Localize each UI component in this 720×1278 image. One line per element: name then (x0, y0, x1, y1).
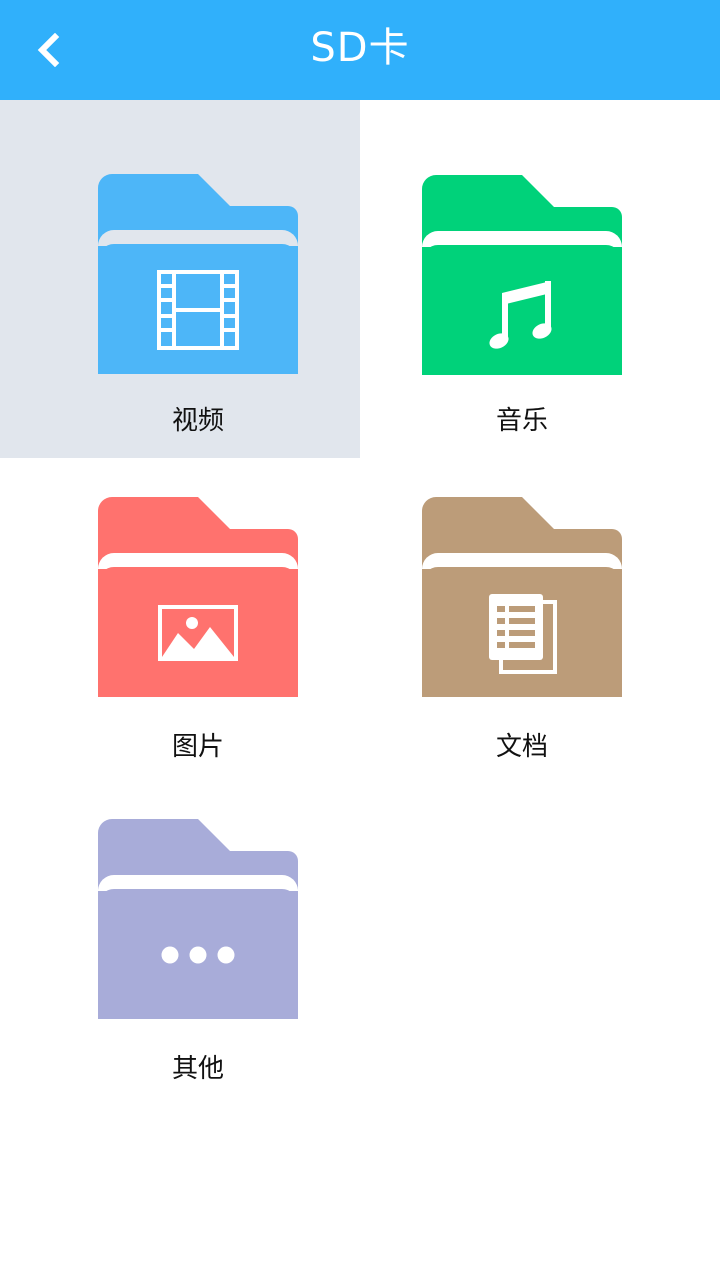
others-folder-icon (98, 819, 298, 1019)
sd-card-screen: SD卡 视频 音乐 图片 文档 其他 (0, 0, 720, 1278)
category-label-documents: 文档 (495, 732, 548, 762)
documents-folder-icon (422, 497, 622, 697)
music-note-icon (489, 281, 552, 349)
video-folder-icon (98, 174, 298, 374)
pictures-folder-icon (98, 497, 298, 697)
category-video[interactable]: 视频 (0, 100, 360, 458)
category-music[interactable]: 音乐 (360, 100, 720, 458)
document-icon (489, 594, 557, 674)
category-pictures[interactable]: 图片 (0, 458, 360, 786)
image-icon (158, 605, 238, 661)
page-title: SD卡 (310, 25, 410, 71)
music-folder-icon (422, 175, 622, 375)
film-icon (157, 270, 239, 350)
chevron-left-icon (37, 33, 59, 67)
category-documents[interactable]: 文档 (360, 458, 720, 786)
back-button[interactable] (20, 25, 75, 75)
category-label-music: 音乐 (495, 406, 548, 436)
top-bar: SD卡 (0, 0, 720, 100)
category-label-pictures: 图片 (171, 732, 224, 762)
category-label-video: 视频 (171, 406, 224, 436)
category-others[interactable]: 其他 (0, 786, 360, 1106)
category-label-others: 其他 (171, 1054, 224, 1084)
more-dots-icon (161, 946, 235, 964)
